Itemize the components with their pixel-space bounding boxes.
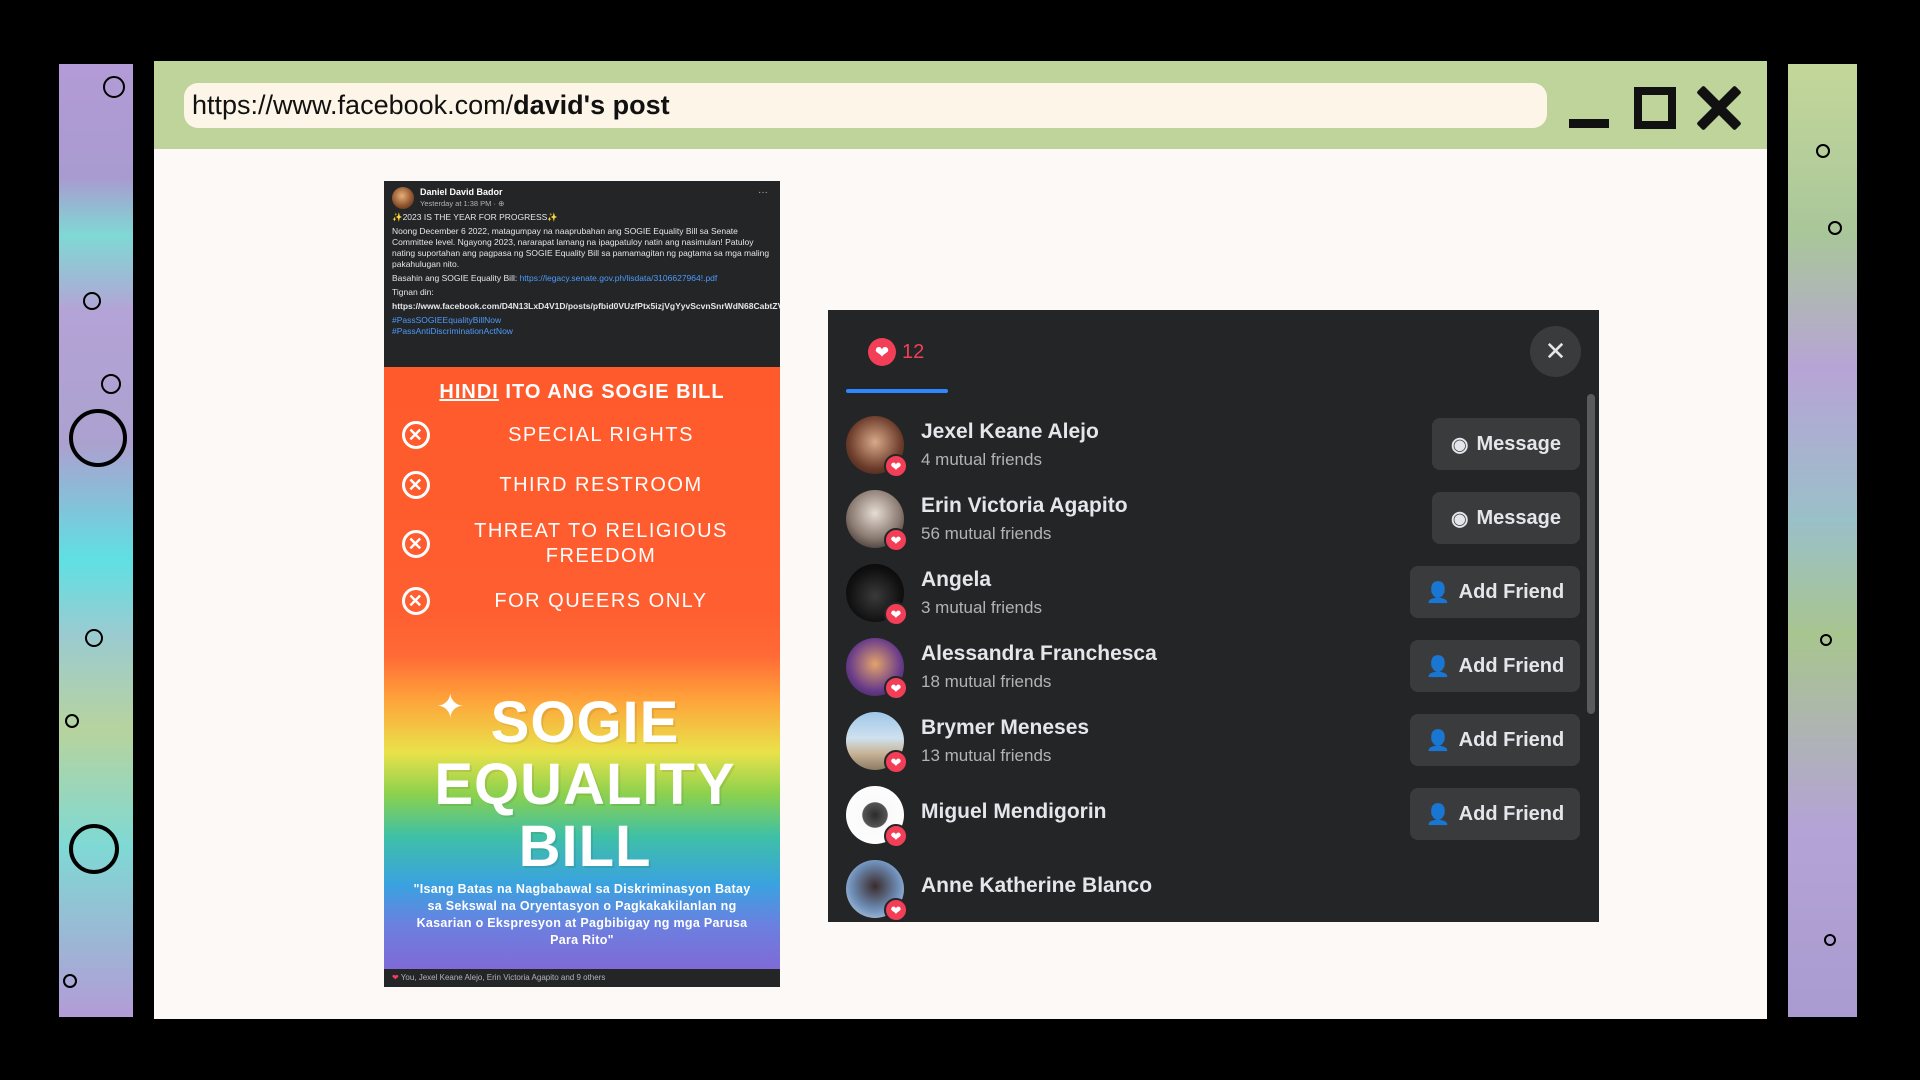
heart-icon: ❤ [884,454,908,478]
heart-icon: ❤ [884,824,908,848]
post-image[interactable]: HINDI ITO ANG SOGIE BILL ✕ SPECIAL RIGHT… [384,367,780,969]
avatar[interactable]: ❤ [846,490,908,552]
address-bar[interactable]: https://www.facebook.com/david's post [184,83,1547,128]
add-friend-icon: 👤 [1425,655,1451,678]
slide: https://www.facebook.com/david's post Da… [0,0,1920,1080]
url-path: david's post [513,90,670,120]
mutual-friends[interactable]: 18 mutual friends [921,672,1051,692]
post-link[interactable]: https://legacy.senate.gov.ph/lisdata/310… [520,273,718,283]
heart-icon: ❤ [884,528,908,552]
close-icon[interactable]: ✕ [1530,326,1581,377]
myth-item: ✕ THIRD RESTROOM [402,471,772,499]
post-author: Daniel David Bador Yesterday at 1:38 PM … [392,187,772,209]
post-line[interactable]: https://www.facebook.com/D4N13LxD4V1D/po… [392,301,780,312]
message-button[interactable]: ◉ Message [1432,492,1580,544]
reactor-row: ❤ Alessandra Franchesca 18 mutual friend… [846,634,1580,700]
messenger-icon: ◉ [1451,507,1469,530]
mutual-friends[interactable]: 56 mutual friends [921,524,1051,544]
reactor-row: ❤ Anne Katherine Blanco [846,856,1576,922]
tab-love-reactions[interactable]: ❤ 12 [868,338,924,366]
url-prefix: https://www.facebook.com/ [192,90,514,120]
post-text: ✨2023 IS THE YEAR FOR PROGRESS✨ Noong De… [392,212,780,337]
reactor-name[interactable]: Jexel Keane Alejo [921,420,1099,444]
avatar[interactable]: ❤ [846,564,908,626]
heart-reaction-icon: ❤ [868,338,896,366]
avatar[interactable]: ❤ [846,416,908,478]
browser-titlebar: https://www.facebook.com/david's post [154,61,1767,149]
post-header: Daniel David Bador Yesterday at 1:38 PM … [384,181,780,367]
maximize-icon[interactable] [1634,87,1676,129]
avatar[interactable]: ❤ [846,786,908,848]
post-line: Tignan din: [392,287,434,297]
x-circle-icon: ✕ [402,587,430,615]
author-avatar[interactable] [392,187,414,209]
reactor-row: ❤ Erin Victoria Agapito 56 mutual friend… [846,486,1580,552]
x-circle-icon: ✕ [402,530,430,558]
poster-title: HINDI ITO ANG SOGIE BILL [439,381,725,403]
messenger-icon: ◉ [1451,433,1469,456]
heart-icon: ❤ [884,898,908,922]
reactor-row: ❤ Brymer Meneses 13 mutual friends 👤 Add… [846,708,1580,774]
reactor-row: ❤ Angela 3 mutual friends 👤 Add Friend [846,560,1580,626]
add-friend-icon: 👤 [1425,803,1451,826]
avatar[interactable]: ❤ [846,638,908,700]
hashtag[interactable]: #PassSOGIEEqualityBillNow [392,315,772,326]
x-circle-icon: ✕ [402,471,430,499]
author-name[interactable]: Daniel David Bador [420,187,504,198]
heart-icon: ❤ [884,750,908,774]
reaction-summary[interactable]: ❤ You, Jexel Keane Alejo, Erin Victoria … [384,969,780,987]
add-friend-button[interactable]: 👤 Add Friend [1410,788,1580,840]
right-decorative-strip [1788,64,1857,1017]
mutual-friends[interactable]: 4 mutual friends [921,450,1042,470]
minimize-icon[interactable] [1569,119,1609,128]
myth-item: ✕ THREAT TO RELIGIOUS FREEDOM [402,519,772,569]
heart-icon: ❤ [884,602,908,626]
add-friend-button[interactable]: 👤 Add Friend [1410,714,1580,766]
heart-icon: ❤ [392,973,399,982]
myth-item: ✕ SPECIAL RIGHTS [402,421,772,449]
x-circle-icon: ✕ [402,421,430,449]
add-friend-button[interactable]: 👤 Add Friend [1410,566,1580,618]
more-options-icon[interactable]: ··· [758,187,768,198]
reactor-name[interactable]: Miguel Mendigorin [921,800,1106,824]
reactor-row: ❤ Jexel Keane Alejo 4 mutual friends ◉ M… [846,412,1580,478]
post-line: Noong December 6 2022, matagumpay na naa… [392,226,770,269]
facebook-post: Daniel David Bador Yesterday at 1:38 PM … [384,181,780,987]
reactor-name[interactable]: Anne Katherine Blanco [921,874,1152,898]
reactor-name[interactable]: Erin Victoria Agapito [921,494,1128,518]
reaction-count: 12 [902,340,925,363]
active-tab-indicator [846,389,948,393]
hashtag[interactable]: #PassAntiDiscriminationActNow [392,326,772,337]
scrollbar[interactable] [1587,394,1595,714]
post-line: ✨2023 IS THE YEAR FOR PROGRESS✨ [392,212,558,222]
reactor-name[interactable]: Alessandra Franchesca [921,642,1157,666]
reactor-name[interactable]: Brymer Meneses [921,716,1089,740]
reactor-row: ❤ Miguel Mendigorin 👤 Add Friend [846,782,1580,848]
add-friend-icon: 👤 [1425,729,1451,752]
message-button[interactable]: ◉ Message [1432,418,1580,470]
add-friend-icon: 👤 [1425,581,1451,604]
close-window-icon[interactable] [1694,83,1744,133]
reactor-name[interactable]: Angela [921,568,991,592]
heart-icon: ❤ [884,676,908,700]
sogie-equality-bill-logo: SOGIE EQUALITY BILL [434,690,736,879]
post-line: Basahin ang SOGIE Equality Bill: https:/… [392,273,718,283]
bill-description: "Isang Batas na Nagbabawal sa Diskrimina… [413,882,751,947]
post-timestamp[interactable]: Yesterday at 1:38 PM · ⊕ [420,198,504,209]
reactions-dialog: ❤ 12 ✕ ❤ Jexel Keane Alejo 4 mutual frie… [828,310,1599,922]
mutual-friends[interactable]: 3 mutual friends [921,598,1042,618]
myth-item: ✕ FOR QUEERS ONLY [402,587,772,615]
avatar[interactable]: ❤ [846,712,908,774]
left-decorative-strip [59,64,133,1017]
avatar[interactable]: ❤ [846,860,908,922]
mutual-friends[interactable]: 13 mutual friends [921,746,1051,766]
add-friend-button[interactable]: 👤 Add Friend [1410,640,1580,692]
